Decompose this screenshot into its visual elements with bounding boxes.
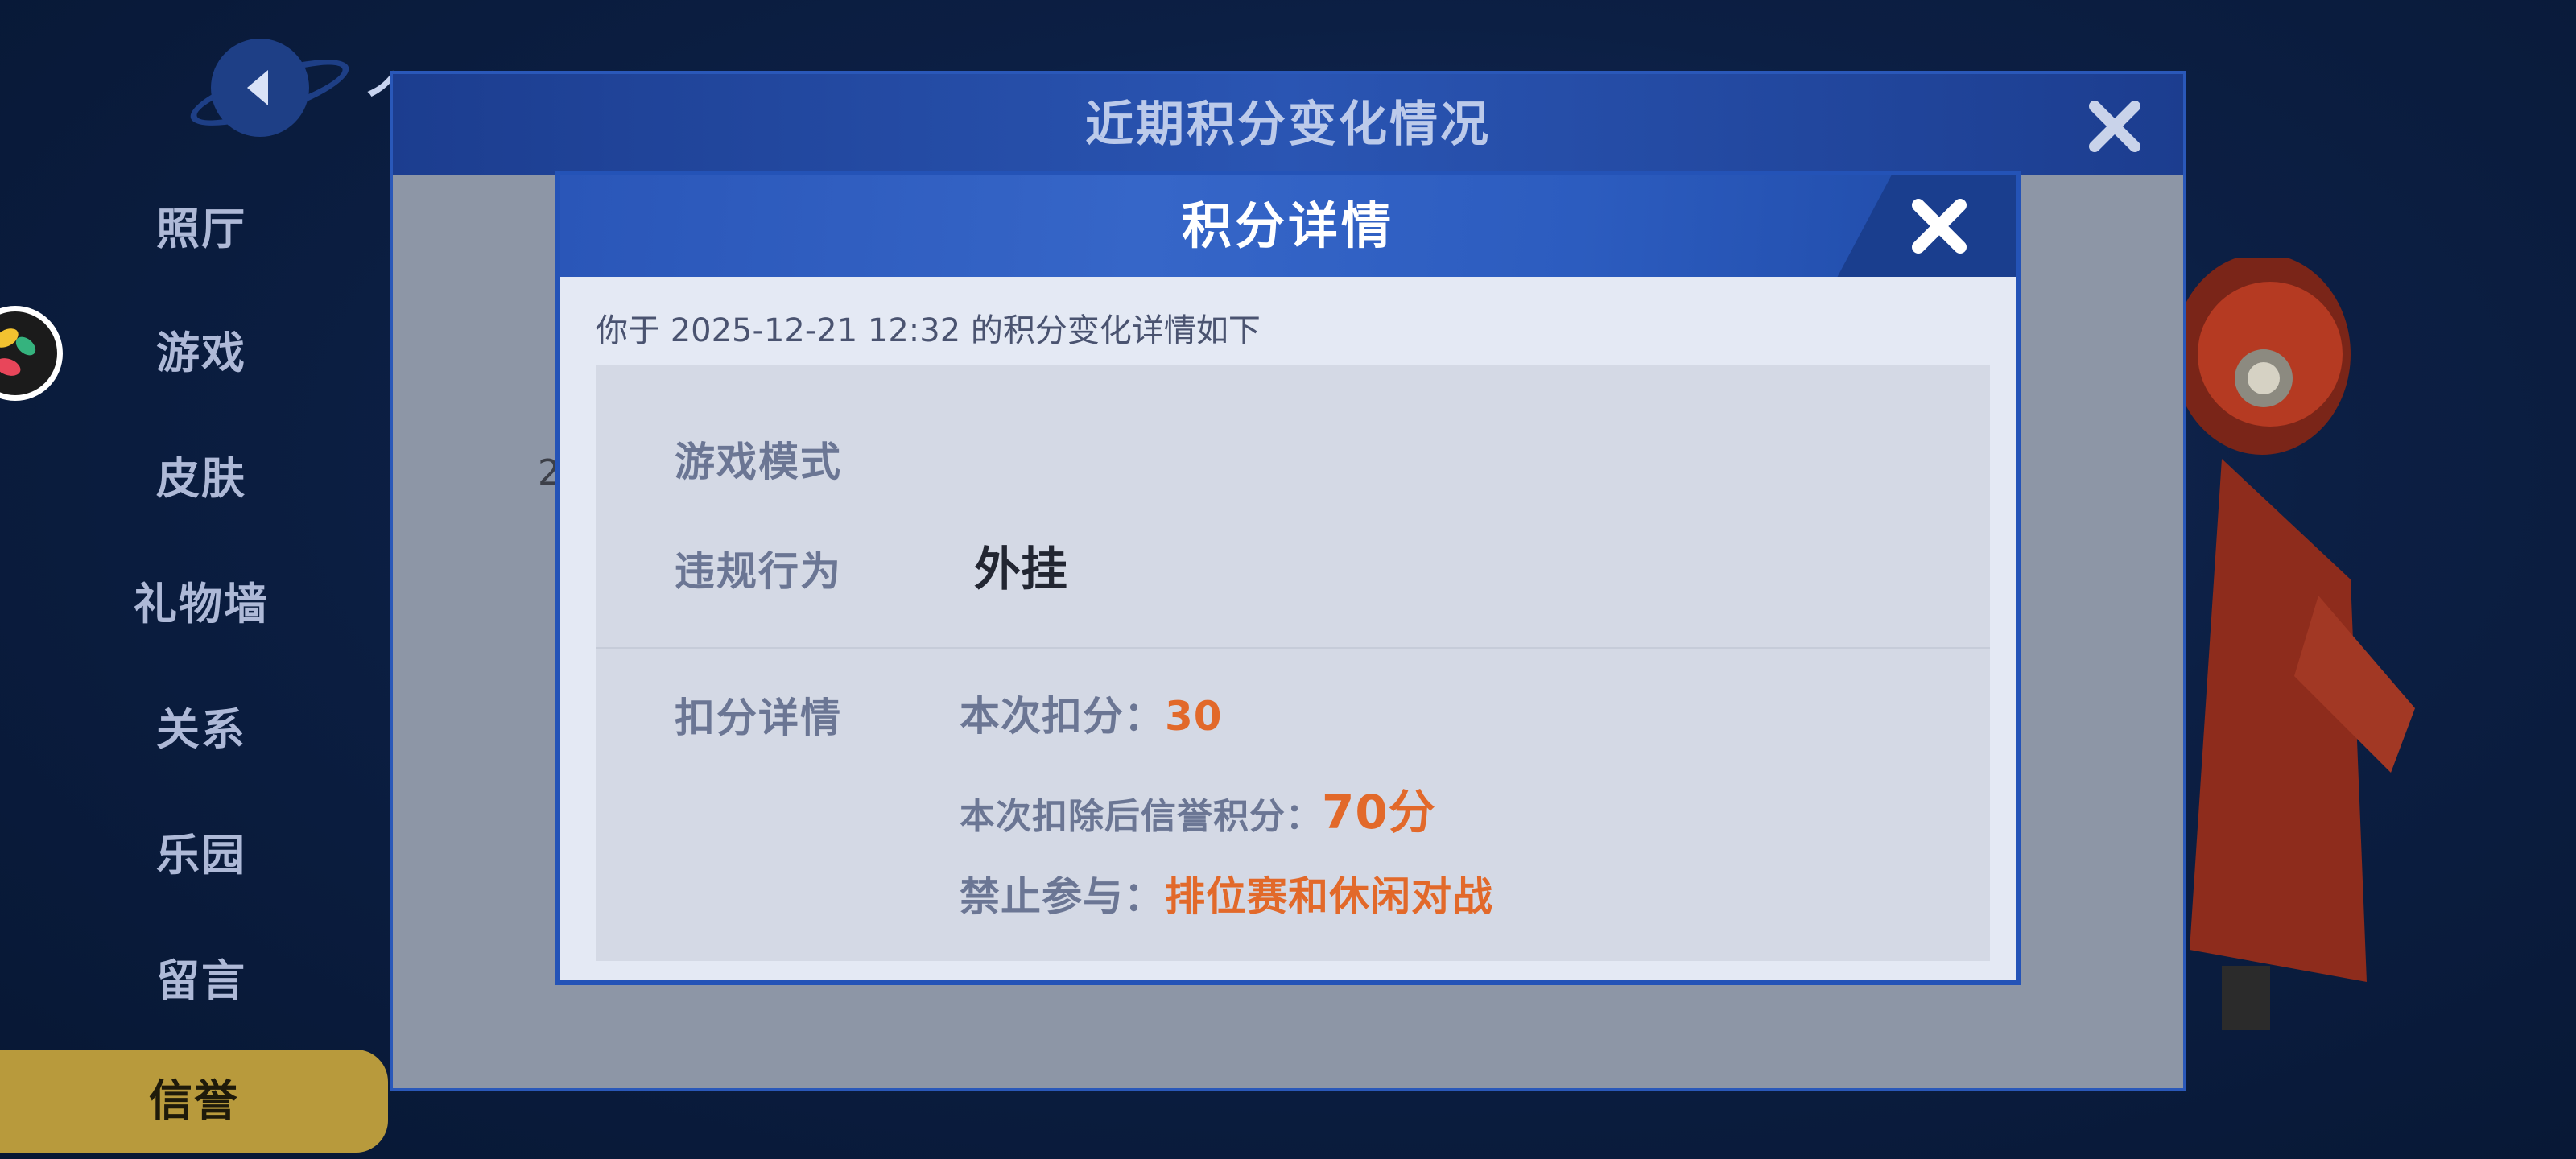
deduction-points-row: 本次扣分：30 [960,684,1223,742]
sidebar-item-park[interactable]: 乐园 [0,819,402,883]
sidebar-item-skins[interactable]: 皮肤 [0,443,402,506]
close-icon [1912,199,1967,254]
sidebar-item-reputation[interactable]: 信誉 [0,1050,388,1153]
character-illustration [2174,258,2415,1030]
inner-close-button[interactable] [1903,190,1975,262]
inner-dialog-header: 积分详情 [560,175,2016,277]
sidebar-item-gift-wall[interactable]: 礼物墙 [0,568,402,632]
points-detail-dialog: 积分详情 你于 2025-12-21 12:32 的积分变化详情如下 游戏模式 … [555,171,2021,985]
deduction-points-value: 30 [1165,693,1223,740]
remaining-points-value: 70分 [1322,785,1436,839]
sidebar-item-relations[interactable]: 关系 [0,694,402,757]
detail-panel: 游戏模式 违规行为 外挂 扣分详情 本次扣分：30 本次扣除后信誉积分：70分 … [596,365,1990,961]
back-button[interactable] [211,39,309,137]
close-icon [2089,101,2140,152]
remaining-points-row: 本次扣除后信誉积分：70分 [960,774,1436,842]
sidebar-item-messages[interactable]: 留言 [0,945,402,1008]
remaining-points-label: 本次扣除后信誉积分： [960,796,1322,837]
deduction-points-label: 本次扣分： [960,693,1165,740]
sidebar-item-photo-hall[interactable]: 照厅 [0,193,402,257]
banned-modes-value: 排位赛和休闲对战 [1165,873,1493,920]
banned-modes-label: 禁止参与： [960,873,1165,920]
outer-dialog-title: 近期积分变化情况 [1085,97,1491,153]
game-mode-label: 游戏模式 [675,439,842,485]
inner-dialog-title: 积分详情 [1181,196,1394,255]
back-arrow-icon [247,70,268,105]
outer-dialog-header: 近期积分变化情况 [393,74,2183,175]
section-divider [596,647,1990,649]
inner-dialog-content: 你于 2025-12-21 12:32 的积分变化详情如下 游戏模式 违规行为 … [567,277,2009,974]
violation-label: 违规行为 [675,548,842,595]
change-time-intro: 你于 2025-12-21 12:32 的积分变化详情如下 [596,312,1261,349]
deduction-label: 扣分详情 [675,695,842,741]
violation-value: 外挂 [974,542,1068,596]
outer-close-button[interactable] [2079,90,2151,163]
banned-modes-row: 禁止参与：排位赛和休闲对战 [960,864,1493,922]
